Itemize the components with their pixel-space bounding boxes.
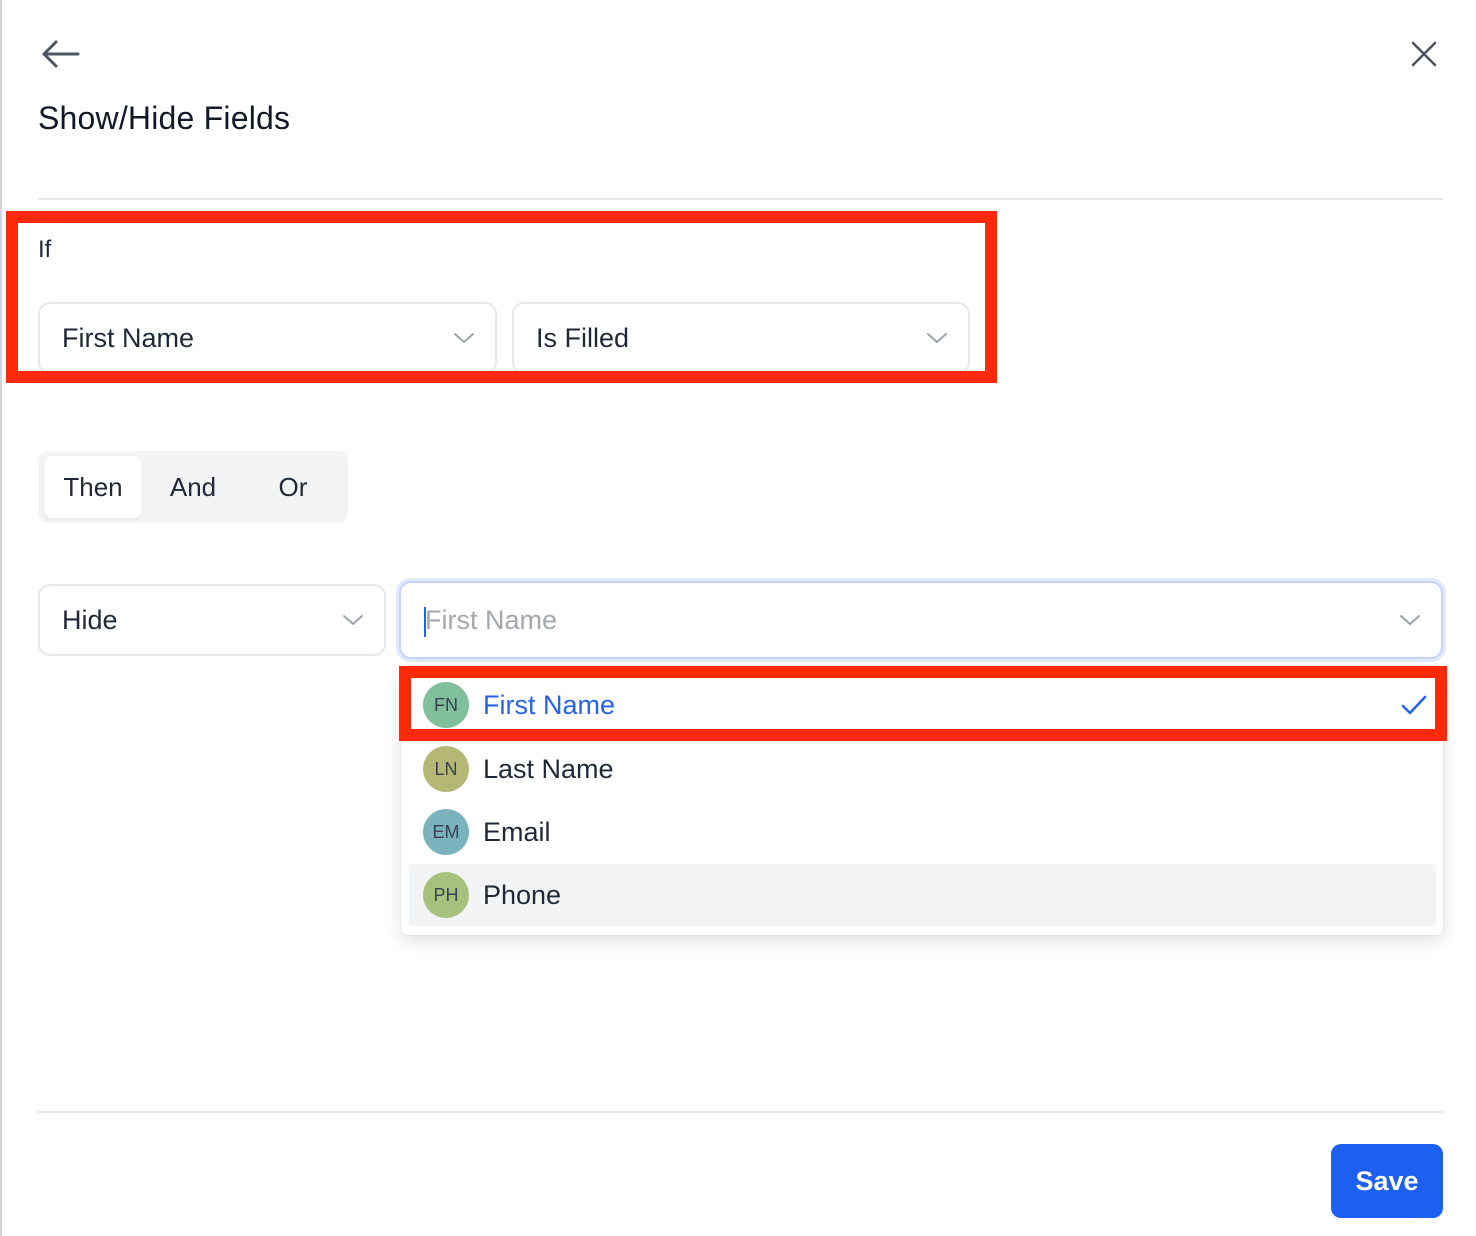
avatar: LN — [423, 746, 469, 792]
action-value: Hide — [62, 604, 118, 635]
condition-field-value: First Name — [62, 322, 195, 353]
if-label: If — [38, 236, 52, 263]
page-title: Show/Hide Fields — [38, 100, 291, 136]
close-button[interactable] — [1402, 32, 1446, 76]
tab-or[interactable]: Or — [244, 456, 342, 518]
condition-field-select[interactable]: First Name — [38, 302, 497, 374]
window-edge — [0, 0, 2, 1236]
tab-then[interactable]: Then — [44, 456, 142, 518]
option-label: Last Name — [483, 753, 614, 784]
field-options-dropdown: FN First Name LN Last Name EM Email PH P… — [401, 667, 1443, 935]
avatar: PH — [423, 872, 469, 918]
back-button[interactable] — [36, 32, 84, 76]
arrow-left-icon — [42, 40, 80, 68]
avatar: FN — [423, 682, 469, 728]
text-cursor — [424, 607, 426, 637]
tab-and[interactable]: And — [146, 456, 240, 518]
footer-divider — [38, 1111, 1443, 1113]
option-label: Email — [483, 816, 551, 847]
header-divider — [38, 198, 1443, 200]
avatar: EM — [423, 809, 469, 855]
chevron-down-icon — [343, 615, 363, 625]
target-fields-input[interactable] — [425, 604, 1325, 636]
chevron-down-icon — [1400, 615, 1420, 625]
option-last-name[interactable]: LN Last Name — [409, 738, 1436, 800]
option-label: Phone — [483, 879, 562, 910]
action-select[interactable]: Hide — [38, 584, 386, 656]
condition-operator-select[interactable]: Is Filled — [512, 302, 970, 374]
option-phone[interactable]: PH Phone — [409, 864, 1436, 926]
close-icon — [1411, 41, 1437, 67]
option-email[interactable]: EM Email — [409, 801, 1436, 863]
chevron-down-icon — [454, 333, 474, 343]
target-fields-select[interactable] — [399, 581, 1443, 659]
logic-segmented-control: Then And Or — [38, 451, 348, 523]
chevron-down-icon — [927, 333, 947, 343]
condition-operator-value: Is Filled — [536, 322, 630, 353]
checkmark-icon — [1401, 695, 1427, 715]
option-label: First Name — [483, 689, 616, 720]
option-first-name[interactable]: FN First Name — [409, 674, 1436, 736]
save-button[interactable]: Save — [1331, 1144, 1443, 1218]
